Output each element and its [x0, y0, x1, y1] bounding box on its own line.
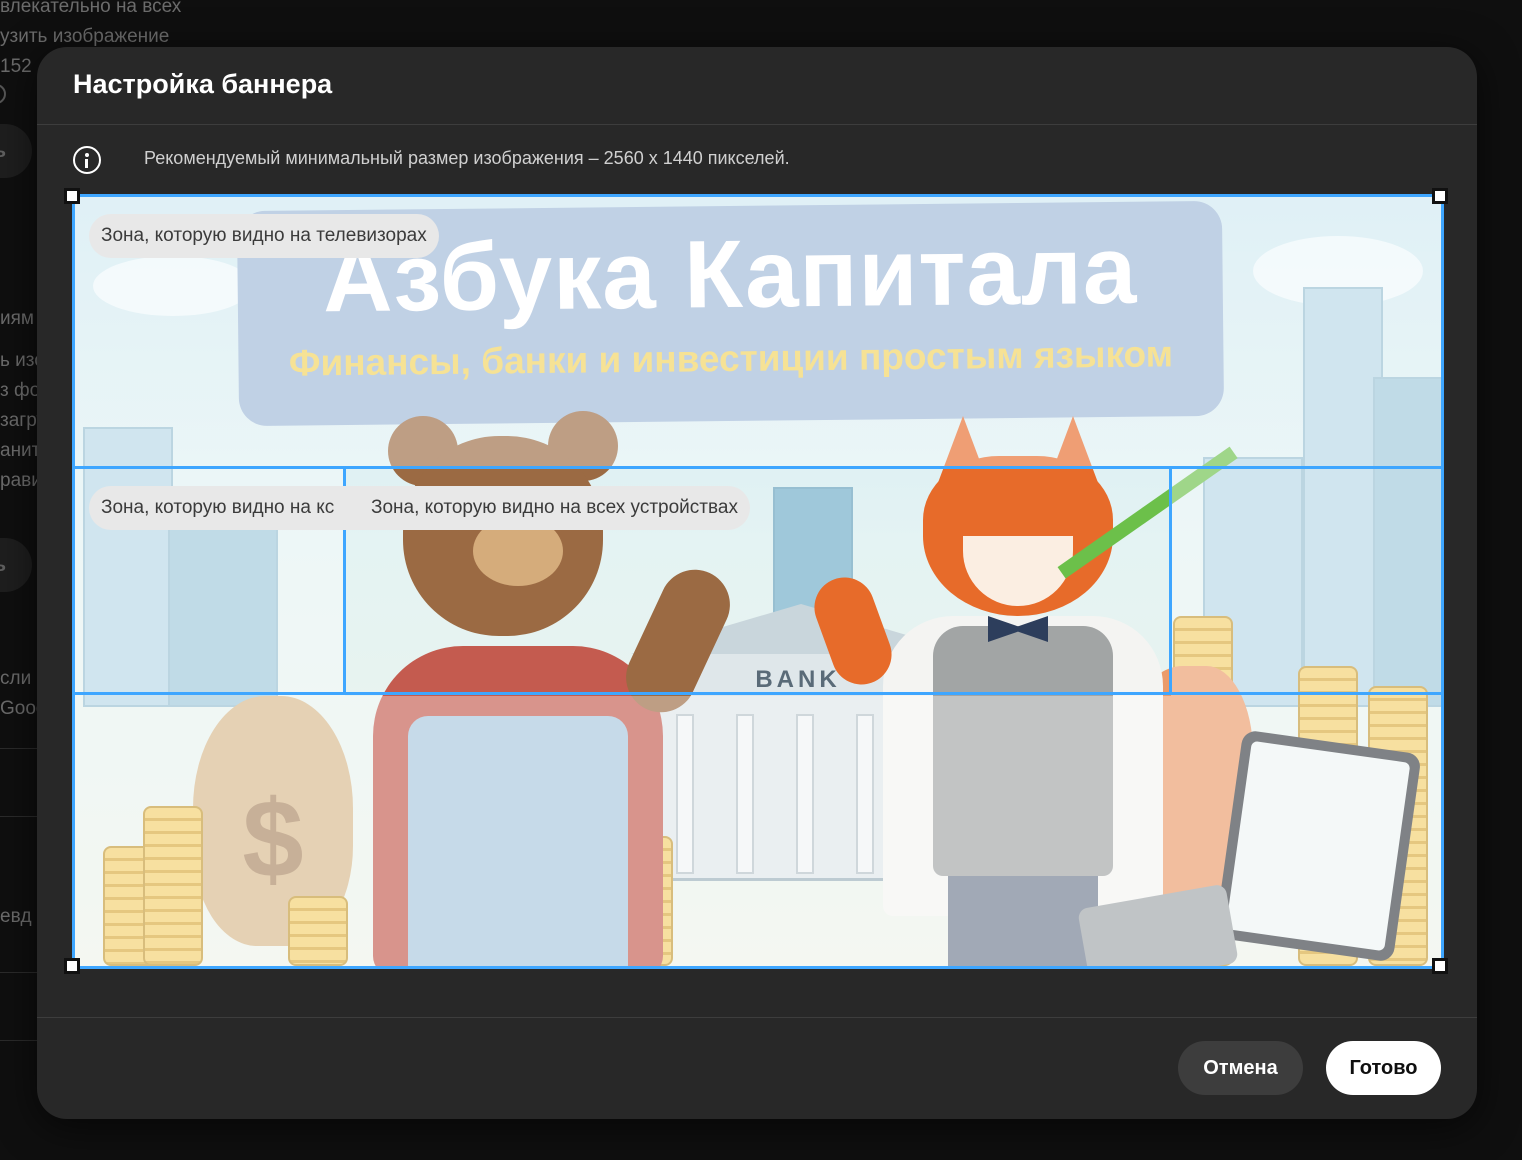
bg-text: влекательно на всех — [0, 0, 182, 17]
done-button[interactable]: Готово — [1326, 1041, 1441, 1095]
all-devices-zone-label: Зона, которую видно на всех устройствах — [359, 486, 750, 530]
bg-text: евд — [0, 906, 32, 927]
crop-handle-bottom-right[interactable] — [1432, 958, 1448, 974]
bg-text: иям — [0, 308, 34, 329]
tv-zone-label: Зона, которую видно на телевизорах — [89, 214, 439, 258]
banner-image[interactable]: Азбука Капитала Финансы, банки и инвести… — [73, 196, 1441, 967]
info-text: Рекомендуемый минимальный размер изображ… — [144, 148, 790, 168]
bg-text: рави — [0, 470, 42, 491]
bg-button: ь — [0, 538, 32, 592]
safe-zone-right-line — [1169, 466, 1172, 695]
desktop-zone-top-line — [73, 466, 1441, 469]
dialog-title: Настройка баннера — [73, 69, 333, 99]
bg-divider — [0, 816, 40, 817]
banner-settings-dialog: Настройка баннера Рекомендуемый минималь… — [37, 47, 1477, 1119]
bg-radio — [0, 84, 6, 104]
cancel-button[interactable]: Отмена — [1178, 1041, 1303, 1095]
desktop-zone-bottom-line — [73, 692, 1441, 695]
desktop-zone-label: Зона, которую видно на кс — [89, 486, 363, 530]
divider — [37, 1017, 1477, 1018]
crop-handle-bottom-left[interactable] — [64, 958, 80, 974]
bg-divider — [0, 1040, 40, 1041]
bg-text: сли — [0, 668, 32, 689]
bg-text: анит — [0, 440, 41, 461]
bg-divider — [0, 972, 40, 973]
bg-text: 152 — [0, 56, 32, 77]
info-icon — [73, 146, 101, 174]
crop-handle-top-right[interactable] — [1432, 188, 1448, 204]
bg-text: узить изображение — [0, 26, 170, 47]
divider — [37, 124, 1477, 125]
bg-divider — [0, 748, 40, 749]
bg-button: ь — [0, 124, 32, 178]
crop-handle-top-left[interactable] — [64, 188, 80, 204]
